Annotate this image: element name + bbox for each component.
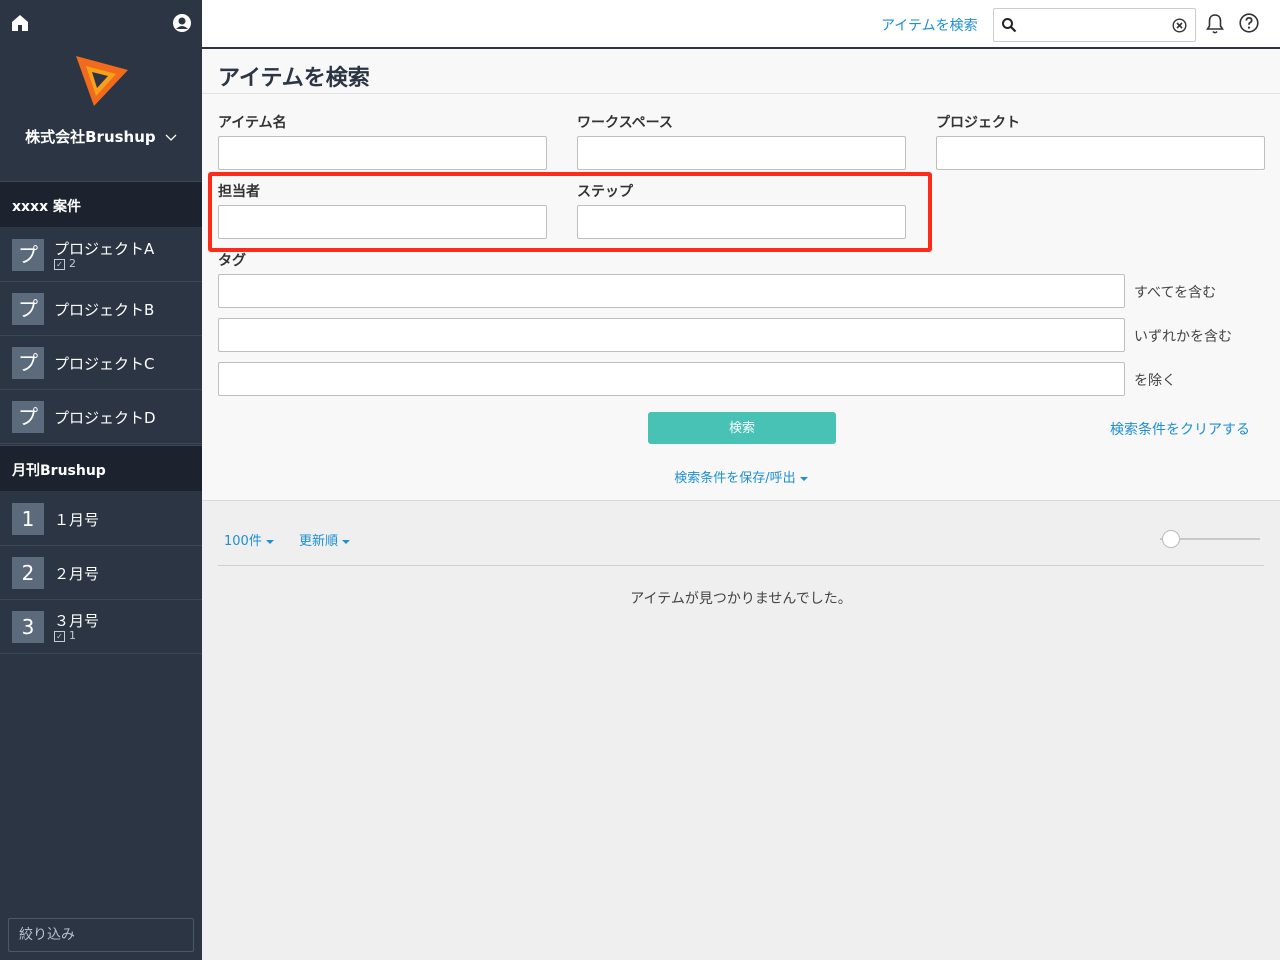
clear-icon[interactable] [1172,18,1187,33]
sidebar-item-project-d[interactable]: プ プロジェクトD [0,390,202,444]
sidebar-item-issue-1[interactable]: 1 １月号 [0,492,202,546]
tag-include-any-input[interactable] [218,318,1125,352]
sort-value: 更新順 [299,534,339,549]
tag-mode-exclude-label: を除く [1134,373,1176,389]
tag-label: タグ [218,253,246,269]
project-badge: プ [12,293,44,325]
workspace-input[interactable] [577,136,906,170]
help-icon[interactable] [1239,13,1259,33]
tag-mode-all-label: すべてを含む [1134,285,1217,301]
header-search-box[interactable] [993,8,1196,42]
caret-down-icon [342,539,351,544]
task-count-value: 2 [69,257,76,270]
item-name-input[interactable] [218,136,547,170]
main-content: アイテムを検索 アイテム名 ワークスペース プロジェクト 担当者 ステップ タグ… [202,49,1280,960]
results-divider [218,565,1264,566]
empty-results-message: アイテムが見つかりませんでした。 [630,591,852,607]
project-label: プロジェクト [936,115,1020,131]
sidebar-item-label: プロジェクトC [54,355,155,373]
results-toolbar: 100件 更新順 [202,501,1280,567]
chevron-down-icon [165,134,177,141]
highlight-box [208,172,932,252]
sidebar-item-label: ３月号 [54,612,100,630]
company-name: 株式会社Brushup [25,128,156,146]
search-icon [1002,18,1017,33]
project-badge: プ [12,347,44,379]
title-divider [202,93,1280,94]
task-count: ✓ 1 [54,629,76,642]
company-selector[interactable]: 株式会社Brushup [0,126,202,147]
sidebar-top [0,0,202,48]
issue-badge: 2 [12,557,44,589]
size-slider-handle[interactable] [1162,530,1180,548]
project-badge: プ [12,239,44,271]
tag-mode-any-label: いずれかを含む [1134,329,1232,345]
tag-exclude-input[interactable] [218,362,1125,396]
caret-down-icon [265,539,274,544]
caret-down-icon [799,476,808,481]
issue-badge: 1 [12,503,44,535]
sidebar-item-label: ２月号 [54,565,100,583]
project-input[interactable] [936,136,1265,170]
sidebar-item-label: プロジェクトB [54,301,155,319]
tag-include-all-input[interactable] [218,274,1125,308]
sidebar-item-issue-2[interactable]: 2 ２月号 [0,546,202,600]
home-icon[interactable] [10,13,30,33]
item-search-link[interactable]: アイテムを検索 [881,15,978,35]
per-page-dropdown[interactable]: 100件 [224,530,274,549]
sidebar-item-project-a[interactable]: プ プロジェクトA ✓ 2 [0,228,202,282]
sidebar-item-label: １月号 [54,511,100,529]
sidebar-item-label: プロジェクトD [54,409,156,427]
clear-conditions-link[interactable]: 検索条件をクリアする [1110,419,1250,439]
sort-dropdown[interactable]: 更新順 [299,530,351,549]
workspace-label: ワークスペース [577,115,673,131]
sidebar-item-project-b[interactable]: プ プロジェクトB [0,282,202,336]
checkbox-icon: ✓ [54,258,65,270]
sidebar-section-title: 月刊Brushup [0,445,202,491]
top-bar: アイテムを検索 [202,0,1280,49]
sidebar-section-title: xxxx 案件 [0,181,202,227]
page-title: アイテムを検索 [218,66,370,91]
task-count: ✓ 2 [54,257,76,270]
save-load-label: 検索条件を保存/呼出 [674,471,796,486]
sidebar-item-label: プロジェクトA [54,240,155,258]
per-page-value: 100件 [224,534,262,549]
project-badge: プ [12,401,44,433]
brushup-logo-icon [76,56,128,106]
search-form: アイテムを検索 アイテム名 ワークスペース プロジェクト 担当者 ステップ タグ… [202,49,1280,501]
bell-icon[interactable] [1205,13,1225,35]
sidebar-filter-input[interactable] [8,918,194,952]
issue-badge: 3 [12,611,44,643]
item-name-label: アイテム名 [218,115,287,131]
user-icon[interactable] [172,13,192,33]
sidebar: 株式会社Brushup xxxx 案件 プ プロジェクトA ✓ 2 プ プロジェク… [0,0,202,960]
sidebar-item-project-c[interactable]: プ プロジェクトC [0,336,202,390]
checkbox-icon: ✓ [54,630,65,642]
sidebar-item-issue-3[interactable]: 3 ３月号 ✓ 1 [0,600,202,654]
save-load-conditions-link[interactable]: 検索条件を保存/呼出 [202,467,1280,486]
task-count-value: 1 [69,629,76,642]
search-button[interactable]: 検索 [648,412,836,444]
